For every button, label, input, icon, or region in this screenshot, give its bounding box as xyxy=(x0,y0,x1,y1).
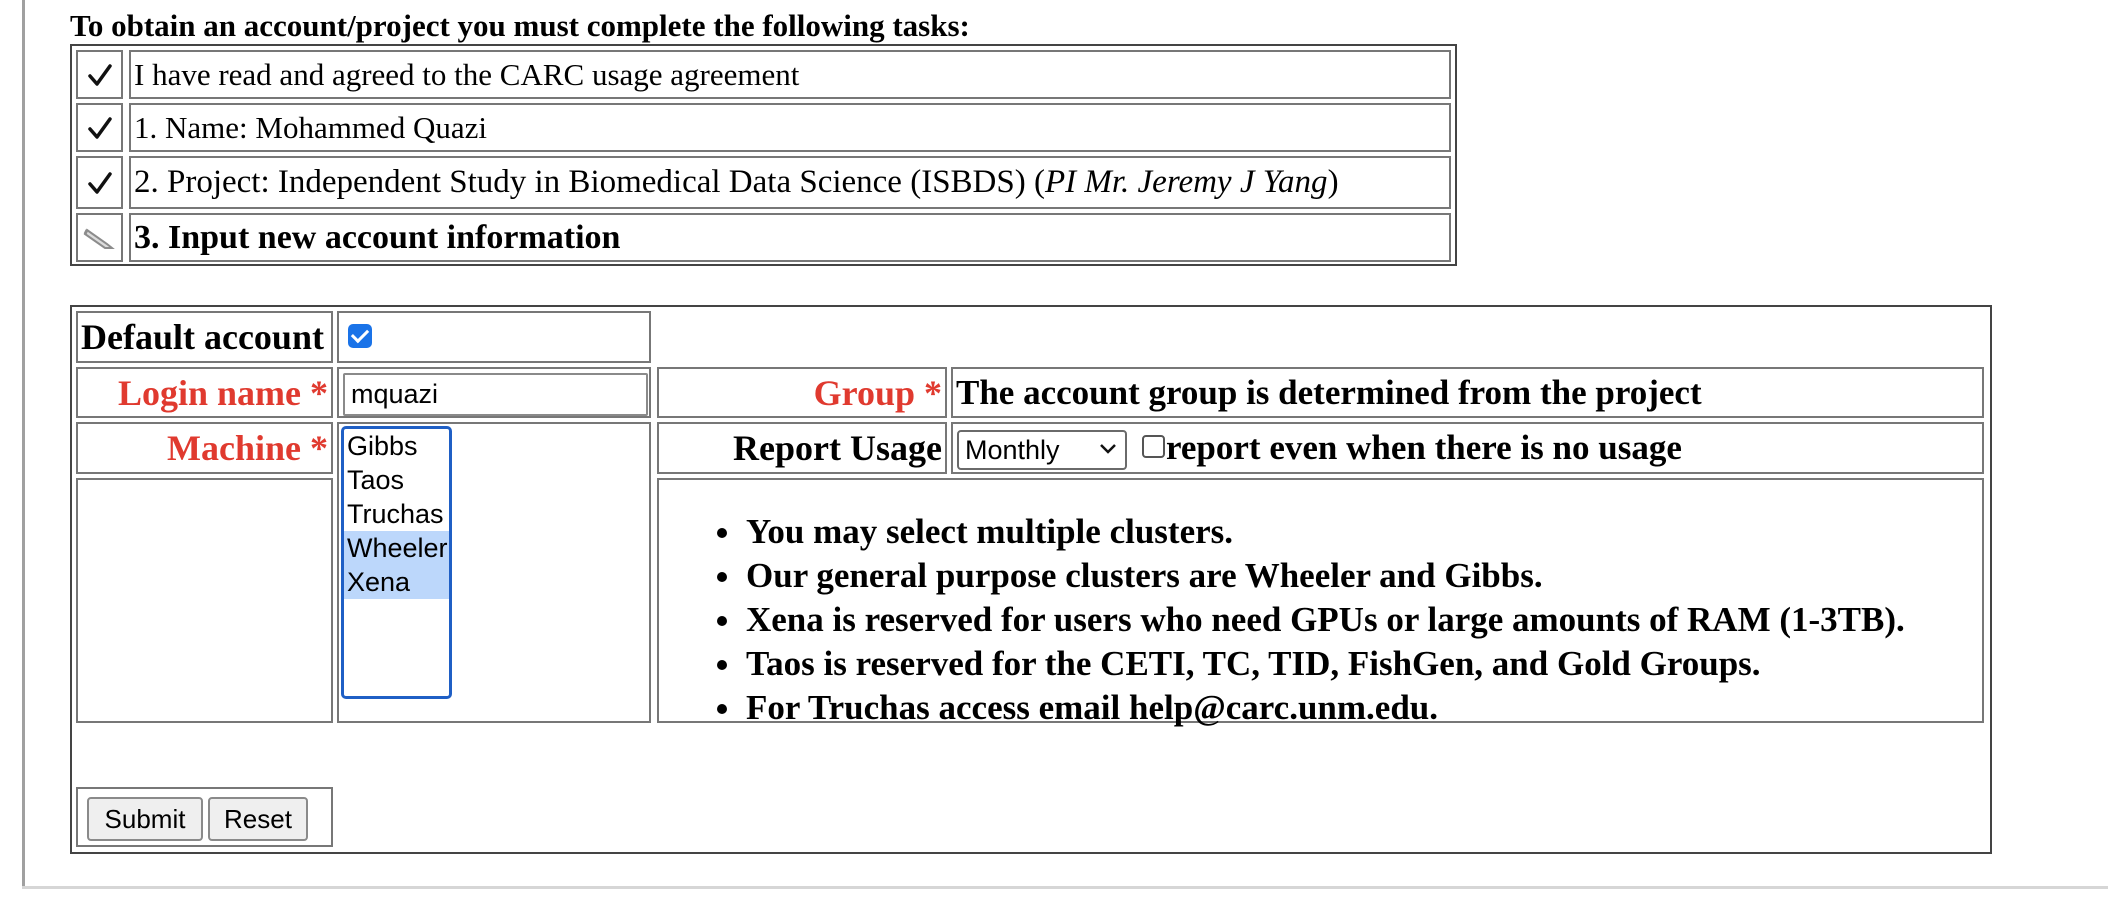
report-usage-cell: Monthly report even when there is no usa… xyxy=(951,422,1984,474)
machine-option[interactable]: Gibbs xyxy=(344,429,449,463)
task-row: 1. Name: Mohammed Quazi xyxy=(76,103,1451,152)
machine-cell: Gibbs Taos Truchas Wheeler Xena xyxy=(337,422,651,723)
checkmark-icon xyxy=(76,156,123,209)
report-no-usage-label: report even when there is no usage xyxy=(1166,428,1682,467)
report-no-usage-checkbox[interactable] xyxy=(1142,435,1165,458)
checkmark-icon xyxy=(76,50,123,99)
group-label-text: Group xyxy=(813,372,915,413)
reset-button[interactable]: Reset xyxy=(208,797,308,841)
note-item: Our general purpose clusters are Wheeler… xyxy=(744,554,1905,598)
account-form: Default account Login name * mquazi Group… xyxy=(70,305,1992,854)
machine-option-selected[interactable]: Xena xyxy=(344,565,449,599)
task-row-current: 3. Input new account information xyxy=(76,213,1451,262)
cluster-notes-list: You may select multiple clusters. Our ge… xyxy=(699,510,1905,730)
note-item: Taos is reserved for the CETI, TC, TID, … xyxy=(744,642,1905,686)
page-bottom-border xyxy=(22,886,2108,889)
report-usage-select[interactable]: Monthly xyxy=(957,430,1127,470)
project-text-end: ) xyxy=(1327,164,1339,200)
task-text: 3. Input new account information xyxy=(129,213,1451,262)
default-account-checkbox[interactable] xyxy=(348,324,372,348)
group-label: Group * xyxy=(657,367,947,418)
chevron-down-icon xyxy=(1100,444,1116,454)
cluster-notes: You may select multiple clusters. Our ge… xyxy=(657,478,1984,727)
submit-button[interactable]: Submit xyxy=(87,797,203,841)
login-name-input[interactable]: mquazi xyxy=(343,373,648,416)
login-name-label: Login name * xyxy=(76,367,333,418)
note-item: Xena is reserved for users who need GPUs… xyxy=(744,598,1905,642)
task-text: I have read and agreed to the CARC usage… xyxy=(129,50,1451,99)
project-text: 2. Project: Independent Study in Biomedi… xyxy=(134,164,1045,200)
checkmark-icon xyxy=(76,103,123,152)
login-name-text: Login name xyxy=(117,372,301,413)
task-text: 2. Project: Independent Study in Biomedi… xyxy=(129,156,1451,209)
pencil-icon xyxy=(76,213,123,262)
machine-label-text: Machine xyxy=(167,428,301,468)
report-usage-label: Report Usage xyxy=(657,422,947,474)
machine-option-selected[interactable]: Wheeler xyxy=(344,531,449,565)
task-row: I have read and agreed to the CARC usage… xyxy=(76,50,1451,99)
report-usage-value: Monthly xyxy=(965,434,1060,465)
default-account-cell xyxy=(337,311,651,363)
page-left-border xyxy=(22,0,25,888)
tasks-intro: To obtain an account/project you must co… xyxy=(70,8,970,43)
login-name-cell: mquazi xyxy=(337,367,651,418)
required-mark: * xyxy=(310,428,328,468)
task-text: 1. Name: Mohammed Quazi xyxy=(129,103,1451,152)
task-row: 2. Project: Independent Study in Biomedi… xyxy=(76,156,1451,209)
machine-label: Machine * xyxy=(76,422,333,474)
note-item: You may select multiple clusters. xyxy=(744,510,1905,554)
pi-name: PI Mr. Jeremy J Yang xyxy=(1044,164,1328,200)
machine-listbox[interactable]: Gibbs Taos Truchas Wheeler Xena xyxy=(341,426,452,699)
machine-option[interactable]: Taos xyxy=(344,463,449,497)
tasks-table: I have read and agreed to the CARC usage… xyxy=(70,44,1457,266)
group-info: The account group is determined from the… xyxy=(951,367,1984,418)
required-mark: * xyxy=(924,372,942,413)
machine-option[interactable]: Truchas xyxy=(344,497,449,531)
note-item: For Truchas access email help@carc.unm.e… xyxy=(744,686,1905,730)
form-buttons-cell: Submit Reset xyxy=(76,787,333,847)
empty-cell xyxy=(76,478,333,723)
default-account-label: Default account xyxy=(76,311,333,363)
required-mark: * xyxy=(310,372,328,413)
